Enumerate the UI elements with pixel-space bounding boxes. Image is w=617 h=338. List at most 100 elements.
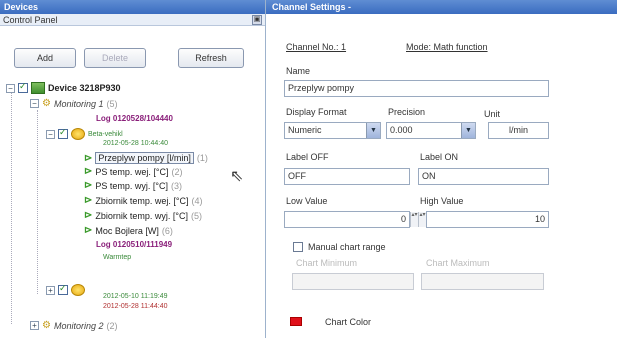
name-label: Name (286, 66, 311, 76)
chevron-down-icon[interactable]: ▼ (366, 123, 380, 138)
unit-label: Unit (484, 109, 501, 119)
add-button[interactable]: Add (14, 48, 76, 68)
mode-label: Mode: Math function (406, 42, 488, 52)
monitoring-2-count: (2) (106, 320, 118, 331)
manual-chart-range-checkbox[interactable] (293, 242, 303, 252)
chart-maximum-label: Chart Maximum (426, 258, 490, 268)
channel-count: (3) (171, 180, 183, 191)
channel-icon: ⊳ (84, 225, 93, 236)
devices-panel-title: Devices (0, 0, 265, 14)
mouse-cursor-icon: ⇖ (230, 168, 244, 185)
channel-count: (5) (191, 210, 203, 221)
control-panel-bar: Control Panel ▣ (0, 14, 265, 26)
chart-minimum-input[interactable] (292, 273, 414, 290)
low-value-label: Low Value (286, 196, 328, 206)
expand-icon[interactable]: + (30, 321, 39, 330)
label-on-input[interactable]: ON (418, 168, 549, 185)
monitoring-icon: ⚙ (42, 98, 51, 109)
collapse-icon[interactable]: − (46, 129, 55, 139)
channel-label: PS temp. wej. [°C] (95, 166, 169, 177)
precision-select[interactable]: 0.000 ▼ (386, 122, 476, 139)
expand-icon[interactable]: + (46, 285, 55, 295)
log-2-date-1-text: 2012-05-10 11:19:49 (103, 293, 168, 300)
chevron-down-icon[interactable]: ▼ (461, 123, 475, 138)
channel-count: (1) (196, 153, 208, 163)
device-label: Device 3218P930 (48, 83, 121, 93)
refresh-button[interactable]: Refresh (178, 48, 244, 68)
tree-monitoring-2[interactable]: + ⚙ Monitoring 2 (2) (30, 320, 118, 331)
log-1-title: Log 0120528/104440 (96, 114, 173, 123)
tree-log-2[interactable]: + (46, 283, 88, 296)
channel-icon: ⊳ (84, 180, 93, 191)
tree-channel-3[interactable]: ⊳ PS temp. wyj. [°C] (3) (84, 180, 182, 191)
high-value-spinner-icon[interactable]: ▴▾ (418, 212, 426, 227)
log-2-date-2-text: 2012-05-28 11:44:40 (103, 303, 168, 310)
unit-input[interactable]: l/min (488, 122, 549, 139)
log-1-date-text: 2012-05-28 10:44:40 (103, 140, 168, 147)
device-icon (31, 82, 45, 94)
channel-label: Moc Bojlera [W] (95, 225, 159, 236)
log-icon (71, 284, 85, 296)
log-2-date-1: 2012-05-10 11:19:49 (103, 293, 167, 300)
manual-chart-range-label: Manual chart range (308, 242, 386, 252)
channel-icon: ⊳ (84, 195, 93, 206)
low-value-spinner-icon[interactable]: ▴▾ (410, 212, 418, 227)
devices-panel: Devices Control Panel ▣ Add Delete Refre… (0, 0, 266, 338)
log-1-date: 2012-05-28 10:44:40 (103, 140, 168, 147)
tree-channel-1[interactable]: ⊳ Przeplyw pompy [l/min] (1) (84, 152, 208, 164)
log-1-checkbox[interactable] (58, 127, 68, 139)
chart-minimum-label: Chart Minimum (296, 258, 358, 268)
log-1-title-text: Log 0120528/104440 (96, 114, 173, 123)
channel-settings-title: Channel Settings - (266, 0, 617, 14)
tree-monitoring-1[interactable]: − ⚙ Monitoring 1 (5) (30, 98, 118, 109)
tree-log-1[interactable]: − Beta-vehikl (46, 127, 123, 140)
tree-channel-4[interactable]: ⊳ Zbiornik temp. wej. [°C] (4) (84, 195, 203, 206)
chart-color-label: Chart Color (325, 317, 372, 327)
precision-label: Precision (388, 107, 426, 117)
delete-button[interactable]: Delete (84, 48, 146, 68)
display-format-select[interactable]: Numeric ▼ (284, 122, 381, 139)
display-format-label: Display Format (286, 107, 347, 117)
channel-settings-panel: Channel Settings - Channel No.: 1 Mode: … (266, 0, 617, 338)
channel-label: PS temp. wyj. [°C] (95, 180, 169, 191)
monitoring-1-count: (5) (106, 98, 118, 109)
log-2-title: Log 0120510/111949 (96, 240, 172, 249)
chart-color-swatch[interactable] (290, 317, 302, 326)
channel-label: Przeplyw pompy [l/min] (95, 152, 194, 164)
log-2-subtitle: Warmtep (103, 254, 131, 261)
monitoring-icon: ⚙ (42, 320, 51, 331)
pin-icon[interactable]: ▣ (252, 14, 262, 25)
low-value-input[interactable]: 0 (284, 211, 410, 228)
tree-channel-2[interactable]: ⊳ PS temp. wej. [°C] (2) (84, 166, 183, 177)
channel-no-label: Channel No.: 1 (286, 42, 347, 52)
log-1-subtitle: Beta-vehikl (88, 130, 123, 138)
control-panel-label: Control Panel (3, 14, 58, 25)
log-2-checkbox[interactable] (58, 283, 68, 295)
log-icon (71, 128, 85, 140)
chart-maximum-input[interactable] (421, 273, 544, 290)
tree-line (37, 110, 38, 294)
device-checkbox[interactable] (18, 81, 28, 93)
channel-icon: ⊳ (84, 166, 93, 177)
tree-device-node[interactable]: − Device 3218P930 (6, 81, 121, 94)
tree-line (11, 92, 12, 324)
channel-count: (2) (171, 166, 183, 177)
tree-channel-6[interactable]: ⊳ Moc Bojlera [W] (6) (84, 225, 173, 236)
precision-value: 0.000 (390, 125, 413, 135)
label-off-input[interactable]: OFF (284, 168, 410, 185)
monitoring-1-label: Monitoring 1 (53, 98, 104, 109)
name-input[interactable]: Przeplyw pompy (284, 80, 549, 97)
channel-count: (4) (191, 195, 203, 206)
log-2-title-text: Log 0120510/111949 (96, 240, 173, 249)
channel-count: (6) (161, 225, 173, 236)
log-2-date-2: 2012-05-28 11:44:40 (103, 303, 167, 310)
channel-label: Zbiornik temp. wej. [°C] (95, 195, 189, 206)
channel-icon: ⊳ (84, 210, 93, 221)
collapse-icon[interactable]: − (30, 99, 39, 108)
display-format-value: Numeric (288, 125, 322, 135)
tree-channel-5[interactable]: ⊳ Zbiornik temp. wyj. [°C] (5) (84, 210, 202, 221)
channel-label: Zbiornik temp. wyj. [°C] (95, 210, 189, 221)
high-value-label: High Value (420, 196, 464, 206)
collapse-icon[interactable]: − (6, 83, 15, 93)
high-value-input[interactable]: 10 (426, 211, 549, 228)
